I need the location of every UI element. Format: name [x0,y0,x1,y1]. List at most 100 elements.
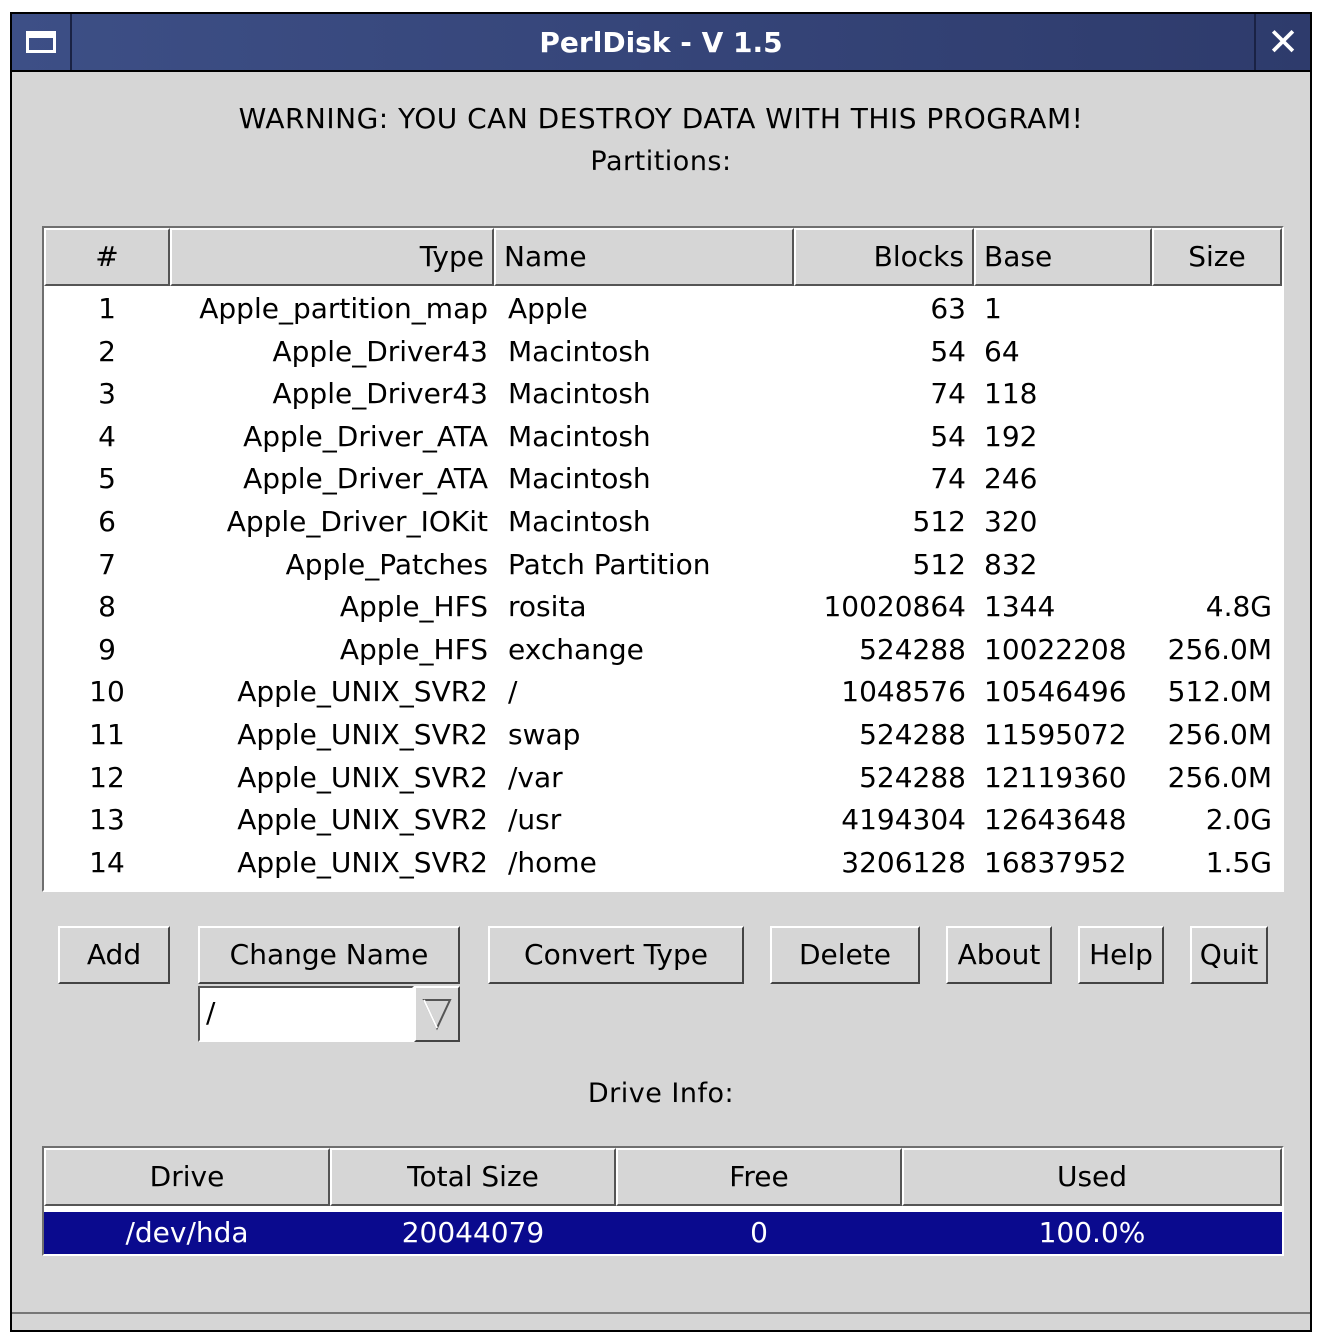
cell-type: Apple_Driver_ATA [243,419,488,453]
cell-size [1152,331,1272,373]
cell-type: Apple_UNIX_SVR2 [237,760,488,794]
cell-name: /usr [508,803,562,837]
table-row[interactable]: 7 Apple_Patches Patch Partition 512 832 [44,544,1282,586]
col-header-type[interactable]: Type [170,228,494,286]
cell-name: rosita [508,590,587,624]
cell-name: Patch Partition [508,547,711,581]
cell-number: 7 [98,547,116,581]
cell-size: 2.0G [1205,803,1272,837]
drive-cell-used: 100.0% [1038,1216,1146,1249]
table-row[interactable]: 10 Apple_UNIX_SVR2 / 1048576 10546496 512.0M [44,671,1282,713]
combo-dropdown-button[interactable] [414,986,460,1042]
cell-size [1152,288,1272,330]
cell-number: 12 [89,760,125,794]
cell-base: 1344 [984,590,1056,624]
title-bar[interactable]: PerlDisk - V 1.5 ✕ [12,14,1310,72]
cell-blocks: 512 [912,547,966,581]
cell-type: Apple_HFS [339,632,488,666]
cell-size: 1.5G [1205,845,1272,879]
cell-blocks: 54 [930,419,966,453]
name-combo-box[interactable]: / [198,986,460,1042]
col-header-used[interactable]: Used [902,1148,1282,1206]
table-row[interactable]: 2 Apple_Driver43 Macintosh 54 64 [44,331,1282,373]
cell-type: Apple_UNIX_SVR2 [237,803,488,837]
col-header-total-size[interactable]: Total Size [330,1148,616,1206]
table-row[interactable]: 3 Apple_Driver43 Macintosh 74 118 [44,373,1282,415]
cell-name: Apple [508,292,588,325]
col-header-blocks[interactable]: Blocks [794,228,974,286]
col-header-size[interactable]: Size [1152,228,1282,286]
table-row[interactable]: 1 Apple_partition_map Apple 63 1 [44,288,1282,330]
help-button[interactable]: Help [1078,926,1164,984]
table-row[interactable]: 13 Apple_UNIX_SVR2/usr 4194304 12643648 2.0G [44,799,1282,841]
cell-type: Apple_UNIX_SVR2 [237,718,488,751]
cell-size: 256.0M [1167,718,1272,751]
cell-number: 8 [98,590,116,624]
convert-type-button[interactable]: Convert Type [488,926,744,984]
about-button[interactable]: About [946,926,1052,984]
table-row[interactable]: 5 Apple_Driver_ATA Macintosh 74 246 [44,458,1282,500]
cell-blocks: 63 [930,292,966,325]
quit-button[interactable]: Quit [1190,926,1268,984]
col-header-base[interactable]: Base [974,228,1152,286]
cell-blocks: 54 [930,334,966,368]
delete-button[interactable]: Delete [770,926,920,984]
cell-type: Apple_UNIX_SVR2 [237,845,488,879]
partitions-label: Partitions: [590,146,732,177]
partitions-table: # Type Name Blocks Base Size 1 Apple_part… [42,226,1284,892]
col-header-name[interactable]: Name [494,228,794,286]
cell-base: 246 [984,462,1038,496]
add-button[interactable]: Add [58,926,170,984]
cell-type: Apple_UNIX_SVR2 [237,675,488,709]
table-row[interactable]: 12 Apple_UNIX_SVR2/var 524288 12119360 256.0… [44,757,1282,799]
cell-base: 192 [984,419,1038,453]
cell-type: Apple_Driver43 [272,334,489,368]
cell-base: 10022208 [984,632,1127,666]
perldisk-window: PerlDisk - V 1.5 ✕ WARNING: YOU CAN DEST… [10,12,1312,1332]
table-row[interactable]: 8 Apple_HFS rosita 10020864 1344 4.8G [44,586,1282,628]
cell-base: 11595072 [984,718,1127,751]
cell-base: 16837952 [984,845,1127,879]
cell-number: 6 [98,505,116,538]
cell-number: 10 [89,675,125,709]
drive-row-selected[interactable]: /dev/hda 20044079 0 100.0% [44,1212,1282,1254]
cell-base: 118 [984,377,1038,411]
cell-blocks: 512 [912,505,966,538]
cell-name: Macintosh [508,377,651,411]
cell-blocks: 10020864 [823,590,966,624]
cell-size [1152,458,1272,500]
cell-size [1152,544,1272,586]
cell-number: 4 [98,419,116,453]
cell-number: 13 [89,803,125,837]
table-row[interactable]: 11 Apple_UNIX_SVR2 swap 524288 11595072 256.0… [44,714,1282,756]
drive-cell-drive: /dev/hda [125,1216,249,1249]
table-row[interactable]: 6 Apple_Driver_IOKit Macintosh 512 320 [44,501,1282,543]
cell-size: 512.0M [1167,675,1272,709]
cell-name: Macintosh [508,334,651,368]
col-header-free[interactable]: Free [616,1148,902,1206]
change-name-button[interactable]: Change Name [198,926,460,984]
cell-number: 11 [89,718,125,751]
window-title: PerlDisk - V 1.5 [539,26,783,59]
cell-number: 14 [89,845,125,879]
cell-blocks: 524288 [859,632,966,666]
cell-size [1152,416,1272,458]
table-row[interactable]: 9 Apple_HFS exchange 524288 10022208 256.0M [44,629,1282,671]
close-button[interactable]: ✕ [1254,14,1310,70]
name-combo-input[interactable]: / [198,986,414,1042]
close-icon: ✕ [1267,20,1299,64]
cell-name: /home [508,845,597,879]
cell-size: 4.8G [1205,590,1272,624]
col-header-number[interactable]: # [44,228,170,286]
cell-type: Apple_partition_map [199,292,488,325]
cell-number: 3 [98,377,116,411]
drive-cell-free: 0 [750,1216,768,1249]
table-row[interactable]: 4 Apple_Driver_ATA Macintosh 54 192 [44,416,1282,458]
table-row[interactable]: 14 Apple_UNIX_SVR2/home 3206128 16837952 1.5… [44,842,1282,884]
cell-name: Macintosh [508,419,651,453]
cell-base: 10546496 [984,675,1127,709]
col-header-drive[interactable]: Drive [44,1148,330,1206]
cell-number: 1 [98,292,116,325]
cell-base: 320 [984,505,1038,538]
cell-type: Apple_Driver43 [272,377,489,411]
